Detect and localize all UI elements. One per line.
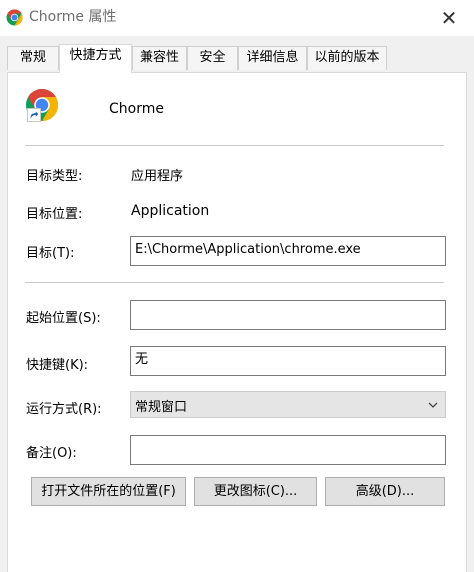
start-in-label: 起始位置(S): [26, 311, 101, 326]
target-location-label: 目标位置: [26, 207, 83, 222]
target-type-label: 目标类型: [26, 169, 83, 184]
target-location-value: Application [131, 203, 210, 219]
tab-compatibility[interactable]: 兼容性 [132, 46, 187, 70]
window-title: Chorme 属性 [29, 9, 117, 25]
open-file-location-button[interactable]: 打开文件所在的位置(F) [31, 477, 186, 506]
run-label: 运行方式(R): [26, 402, 102, 417]
advanced-button[interactable]: 高级(D)... [325, 477, 445, 506]
change-icon-button[interactable]: 更改图标(C)... [194, 477, 317, 506]
run-select-value: 常规窗口 [135, 400, 188, 415]
target-field[interactable]: E:\Chorme\Application\chrome.exe [130, 236, 446, 266]
divider [25, 282, 444, 283]
tab-previous-versions[interactable]: 以前的版本 [307, 46, 387, 70]
start-in-field[interactable] [130, 300, 446, 330]
comment-field[interactable] [130, 435, 446, 465]
chevron-down-icon [428, 402, 438, 408]
chrome-icon [6, 9, 23, 26]
run-select[interactable]: 常规窗口 [130, 391, 446, 418]
shortcut-arrow-icon [27, 108, 41, 122]
target-type-value: 应用程序 [131, 169, 184, 184]
close-icon: ✕ [440, 6, 458, 30]
shortcut-key-field[interactable]: 无 [130, 346, 446, 376]
close-button[interactable]: ✕ [434, 4, 464, 32]
tab-shortcut[interactable]: 快捷方式 [59, 44, 132, 73]
tab-general[interactable]: 常规 [7, 46, 59, 70]
tab-strip: 常规 快捷方式 兼容性 安全 详细信息 以前的版本 [0, 36, 474, 73]
app-name: Chorme [109, 101, 164, 117]
title-bar: Chorme 属性 ✕ [0, 0, 474, 36]
tab-details[interactable]: 详细信息 [238, 46, 307, 70]
tab-security[interactable]: 安全 [187, 46, 238, 70]
target-label: 目标(T): [26, 246, 75, 261]
shortcut-key-label: 快捷键(K): [26, 358, 89, 373]
comment-label: 备注(O): [26, 446, 77, 461]
divider [25, 145, 444, 146]
